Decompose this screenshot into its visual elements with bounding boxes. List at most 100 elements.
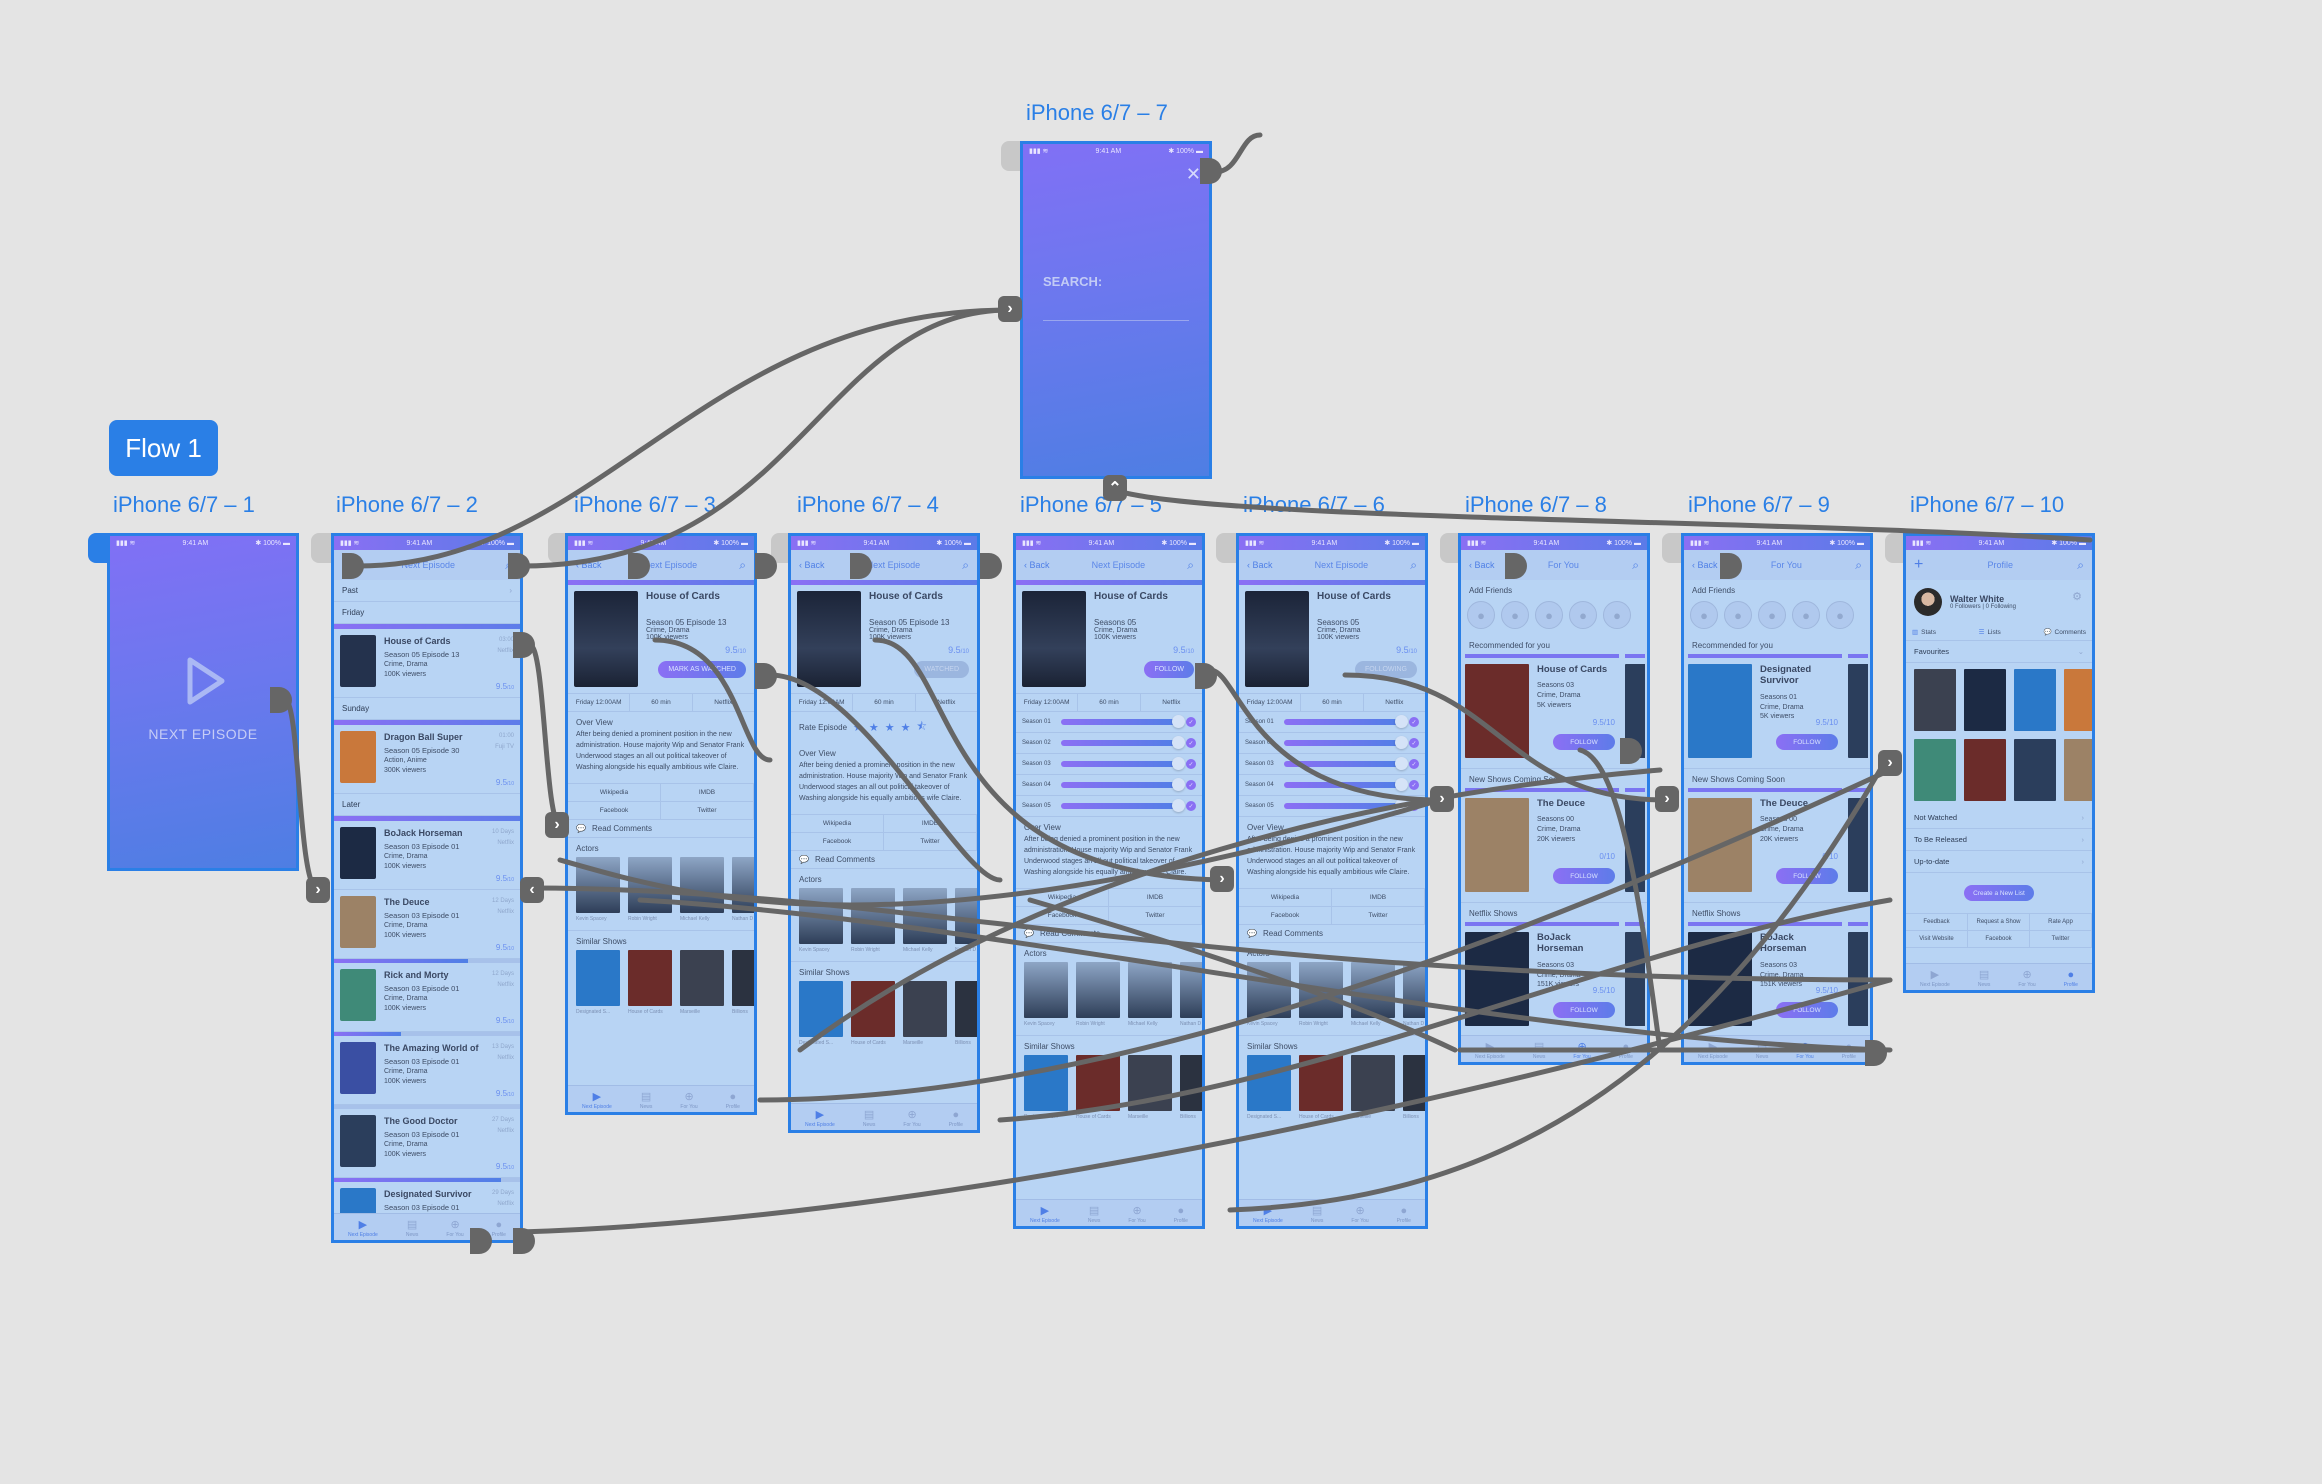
check-icon[interactable]: ✓ [1409, 738, 1419, 748]
similar-show-card[interactable]: Marseille [680, 950, 724, 1015]
actor-card[interactable]: Kevin Spacey [1247, 962, 1291, 1027]
friend-avatar-icon[interactable]: ● [1690, 601, 1718, 629]
slider-knob[interactable] [1172, 715, 1185, 728]
artboard-title-6[interactable]: iPhone 6/7 – 6 [1243, 492, 1385, 518]
season-progress-row[interactable]: Season 05 ✓ [1239, 796, 1425, 817]
season-progress-row[interactable]: Season 03 ✓ [1016, 754, 1202, 775]
link-facebook[interactable]: Facebook [568, 802, 661, 821]
play-outline-icon[interactable] [184, 656, 228, 706]
check-icon[interactable]: ✓ [1186, 717, 1196, 727]
follow-button[interactable]: FOLLOW [1553, 1002, 1615, 1018]
tab-news[interactable]: ▤ News [1533, 1042, 1546, 1061]
link-twitter[interactable]: Twitter [884, 833, 977, 852]
show-card-peek[interactable] [1848, 654, 1868, 768]
tab-for-you[interactable]: ⊕ For You [680, 1092, 697, 1111]
artboard-title-2[interactable]: iPhone 6/7 – 2 [336, 492, 478, 518]
show-card[interactable]: House of Cards Seasons 03 Crime, Drama 5K v… [1465, 654, 1619, 768]
check-icon[interactable]: ✓ [1186, 759, 1196, 769]
create-list-button[interactable]: Create a New List [1964, 885, 2034, 901]
favourite-poster[interactable] [1964, 739, 2006, 801]
link-facebook[interactable]: Facebook [791, 833, 884, 852]
season-slider[interactable] [1284, 757, 1408, 770]
season-slider[interactable] [1061, 799, 1185, 812]
follow-button[interactable]: FOLLOW [1553, 868, 1615, 884]
follow-button[interactable]: FOLLOW [1144, 661, 1194, 678]
friend-avatar-icon[interactable]: ● [1724, 601, 1752, 629]
read-comments[interactable]: 💬 Read Comments [1239, 925, 1425, 944]
tab-news[interactable]: ▤ News [1756, 1042, 1769, 1061]
season-slider[interactable] [1284, 736, 1408, 749]
tab-for-you[interactable]: ⊕ For You [1573, 1042, 1590, 1061]
footer-link[interactable]: Facebook [1968, 931, 2030, 948]
segment-lists[interactable]: ☰ Lists [1979, 628, 2001, 636]
flow-badge[interactable]: Flow 1 [109, 420, 218, 476]
tab-profile[interactable]: ● Profile [1619, 1042, 1633, 1061]
show-card-peek[interactable] [1625, 788, 1645, 902]
show-card[interactable]: The Deuce Seasons 00 Crime, Drama 20K viewe… [1688, 788, 1842, 902]
gear-icon[interactable]: ⚙ [2072, 590, 2082, 603]
actor-card[interactable]: Michael Kelly [680, 857, 724, 922]
search-icon[interactable]: ⌕ [739, 558, 746, 573]
actor-card[interactable]: Robin Wright [628, 857, 672, 922]
actor-card[interactable]: Nathan D [1403, 962, 1425, 1027]
hotspot-follow[interactable] [1195, 663, 1217, 689]
season-slider[interactable] [1061, 715, 1185, 728]
tab-news[interactable]: ▤ News [406, 1220, 419, 1239]
season-progress-row[interactable]: Season 02 ✓ [1016, 733, 1202, 754]
check-icon[interactable]: ✓ [1409, 801, 1419, 811]
similar-show-card[interactable]: Designated S... [799, 981, 843, 1046]
follow-stats[interactable]: 0 Followers | 0 Following [1950, 604, 2016, 610]
tab-profile[interactable]: ● Profile [2064, 970, 2078, 989]
section-past[interactable]: Past › [334, 580, 520, 602]
season-slider[interactable] [1061, 757, 1185, 770]
chevron-right-icon[interactable]: › [545, 812, 569, 838]
link-wikipedia[interactable]: Wikipedia [1016, 889, 1109, 908]
chevron-right-icon[interactable]: › [1210, 866, 1234, 892]
season-slider[interactable] [1061, 736, 1185, 749]
follow-button[interactable]: FOLLOW [1776, 868, 1838, 884]
artboard-title-10[interactable]: iPhone 6/7 – 10 [1910, 492, 2064, 518]
link-wikipedia[interactable]: Wikipedia [791, 815, 884, 834]
similar-show-card[interactable]: Marseille [903, 981, 947, 1046]
tab-profile[interactable]: ● Profile [492, 1220, 506, 1239]
actor-card[interactable]: Nathan D [732, 857, 754, 922]
avatar[interactable] [1914, 588, 1942, 616]
chevron-right-icon[interactable]: › [998, 296, 1022, 322]
similar-show-card[interactable]: Designated S... [576, 950, 620, 1015]
actor-card[interactable]: Michael Kelly [1128, 962, 1172, 1027]
season-progress-row[interactable]: Season 04 ✓ [1016, 775, 1202, 796]
similar-show-card[interactable]: Marseille [1128, 1055, 1172, 1120]
friend-avatar-icon[interactable]: ● [1758, 601, 1786, 629]
slider-knob[interactable] [1395, 715, 1408, 728]
tab-next-episode[interactable]: ▶ Next Episode [1253, 1206, 1283, 1225]
check-icon[interactable]: ✓ [1409, 759, 1419, 769]
follow-button[interactable]: FOLLOW [1553, 734, 1615, 750]
season-progress-row[interactable]: Season 02 ✓ [1239, 733, 1425, 754]
slider-knob[interactable] [1395, 736, 1408, 749]
actor-card[interactable]: Robin Wright [1076, 962, 1120, 1027]
show-card[interactable]: The Deuce Seasons 00 Crime, Drama 20K viewe… [1465, 788, 1619, 902]
friend-avatar-icon[interactable]: ● [1826, 601, 1854, 629]
slider-knob[interactable] [1172, 736, 1185, 749]
similar-show-card[interactable]: Designated S... [1024, 1055, 1068, 1120]
similar-show-card[interactable]: Billions [732, 950, 754, 1015]
footer-link[interactable]: Twitter [2030, 931, 2092, 948]
tab-next-episode[interactable]: ▶ Next Episode [805, 1110, 835, 1129]
friend-avatar-icon[interactable]: ● [1603, 601, 1631, 629]
hotspot-tab-profile-9[interactable] [1865, 1040, 1887, 1066]
friend-avatar-icon[interactable]: ● [1467, 601, 1495, 629]
season-progress-row[interactable]: Season 01 ✓ [1016, 712, 1202, 733]
list-row[interactable]: To Be Released › [1906, 829, 2092, 851]
actor-card[interactable]: Kevin Spacey [799, 888, 843, 953]
artboard-title-1[interactable]: iPhone 6/7 – 1 [113, 492, 255, 518]
mark-watched-button[interactable]: MARK AS WATCHED [658, 661, 746, 678]
favourite-poster[interactable] [1914, 739, 1956, 801]
search-icon[interactable]: ⌕ [2077, 558, 2084, 573]
friend-avatar-icon[interactable]: ● [1501, 601, 1529, 629]
search-icon[interactable]: ⌕ [1187, 558, 1194, 573]
favourite-poster[interactable] [1964, 669, 2006, 731]
tab-profile[interactable]: ● Profile [1842, 1042, 1856, 1061]
tab-for-you[interactable]: ⊕ For You [903, 1110, 920, 1129]
back-button[interactable]: ‹ Back [1024, 560, 1050, 570]
list-item[interactable]: The Amazing World of Season 03 Episode 0… [334, 1036, 520, 1105]
